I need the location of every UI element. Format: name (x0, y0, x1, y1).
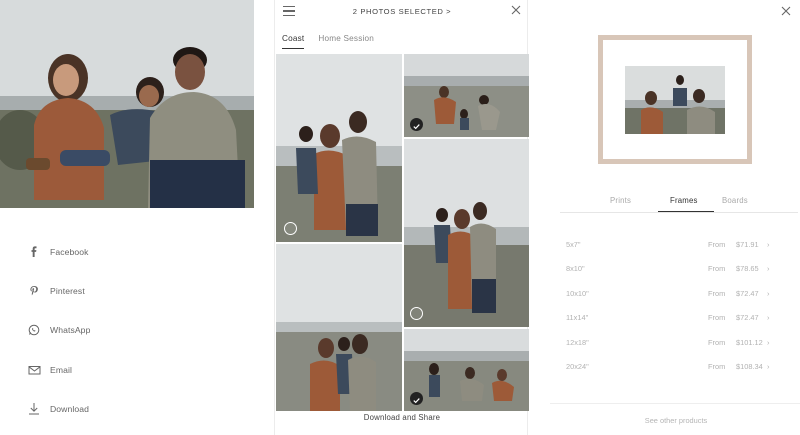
share-pinterest-label: Pinterest (50, 285, 85, 296)
size-label: 8x10" (566, 264, 585, 274)
hero-photo (0, 0, 254, 208)
frame-mat (603, 40, 747, 159)
tab-coast[interactable]: Coast (282, 34, 305, 49)
photo-tile-2[interactable] (404, 54, 529, 137)
share-download[interactable]: Download (26, 389, 236, 428)
see-other-products-link[interactable]: See other products (550, 403, 800, 425)
price: $71.91 (736, 240, 759, 249)
photo-thumbnail (276, 244, 402, 411)
share-pinterest[interactable]: Pinterest (26, 271, 236, 310)
product-tabs: Prints Frames Boards (560, 193, 798, 213)
photo-selection-panel: 2 PHOTOS SELECTED > Coast Home Session D… (274, 0, 529, 435)
size-option[interactable]: 10x10" From $72.47 › (566, 283, 780, 307)
from-label: From (708, 264, 726, 274)
share-facebook-label: Facebook (50, 246, 89, 257)
share-panel: Facebook Pinterest WhatsApp Email Downlo… (0, 0, 254, 435)
price: $72.47 (736, 288, 759, 298)
select-checkbox[interactable] (284, 222, 297, 235)
frame-preview (598, 35, 752, 164)
photo-grid (275, 54, 529, 411)
select-checkbox-checked[interactable] (410, 118, 423, 131)
size-label: 12x18" (566, 337, 589, 347)
chevron-right-icon: › (767, 288, 770, 298)
share-email[interactable]: Email (26, 350, 236, 389)
price: $78.65 (736, 264, 759, 274)
frame-size-list: 5x7" From $71.91 › 8x10" From $78.65 › 1… (566, 234, 780, 380)
size-option[interactable]: 11x14" From $72.47 › (566, 307, 780, 331)
share-facebook[interactable]: Facebook (26, 232, 236, 271)
size-option[interactable]: 8x10" From $78.65 › (566, 258, 780, 282)
select-checkbox-checked[interactable] (410, 392, 423, 405)
active-tab-indicator (658, 211, 714, 212)
download-icon (26, 401, 42, 417)
photo-tile-3[interactable] (404, 139, 529, 327)
close-icon[interactable] (780, 5, 792, 17)
size-option[interactable]: 5x7" From $71.91 › (566, 234, 780, 258)
tab-prints[interactable]: Prints (610, 196, 631, 205)
photo-thumbnail (276, 54, 402, 242)
share-options: Facebook Pinterest WhatsApp Email Downlo… (26, 232, 236, 428)
product-panel: Prints Frames Boards 5x7" From $71.91 › … (548, 0, 800, 435)
size-label: 20x24" (566, 361, 589, 371)
price: $108.34 (736, 361, 763, 371)
tab-home-session[interactable]: Home Session (318, 34, 374, 49)
tab-frames[interactable]: Frames (670, 196, 698, 205)
chevron-right-icon: › (767, 361, 770, 371)
size-label: 11x14" (566, 313, 589, 323)
chevron-right-icon: › (767, 240, 770, 249)
photo-tile-4[interactable] (276, 244, 402, 411)
framed-photo (625, 66, 725, 134)
share-whatsapp[interactable]: WhatsApp (26, 311, 236, 350)
from-label: From (708, 288, 726, 298)
size-label: 10x10" (566, 288, 589, 298)
tab-boards[interactable]: Boards (722, 196, 748, 205)
photo-tile-1[interactable] (276, 54, 402, 242)
pinterest-icon (26, 283, 42, 299)
close-icon[interactable] (510, 4, 522, 16)
chevron-right-icon: › (767, 337, 770, 347)
chevron-right-icon: › (767, 264, 770, 274)
download-and-share-button[interactable]: Download and Share (275, 413, 529, 422)
size-label: 5x7" (566, 240, 581, 249)
from-label: From (708, 337, 726, 347)
size-option[interactable]: 20x24" From $108.34 › (566, 356, 780, 380)
photo-tile-5[interactable] (404, 329, 529, 411)
share-download-label: Download (50, 403, 90, 414)
from-label: From (708, 313, 726, 323)
email-icon (26, 362, 42, 378)
select-checkbox[interactable] (410, 307, 423, 320)
price: $101.12 (736, 337, 763, 347)
size-option[interactable]: 12x18" From $101.12 › (566, 332, 780, 356)
photo-thumbnail (404, 139, 529, 327)
chevron-right-icon: › (767, 313, 770, 323)
share-whatsapp-label: WhatsApp (50, 325, 91, 336)
family-photo-illustration (0, 0, 254, 208)
whatsapp-icon (26, 322, 42, 338)
share-email-label: Email (50, 364, 72, 375)
from-label: From (708, 361, 726, 371)
price: $72.47 (736, 313, 759, 323)
gallery-tabs: Coast Home Session (282, 34, 374, 49)
selected-count-title[interactable]: 2 PHOTOS SELECTED > (275, 7, 529, 16)
from-label: From (708, 240, 726, 249)
facebook-icon (26, 244, 42, 260)
selection-header: 2 PHOTOS SELECTED > (275, 0, 529, 24)
